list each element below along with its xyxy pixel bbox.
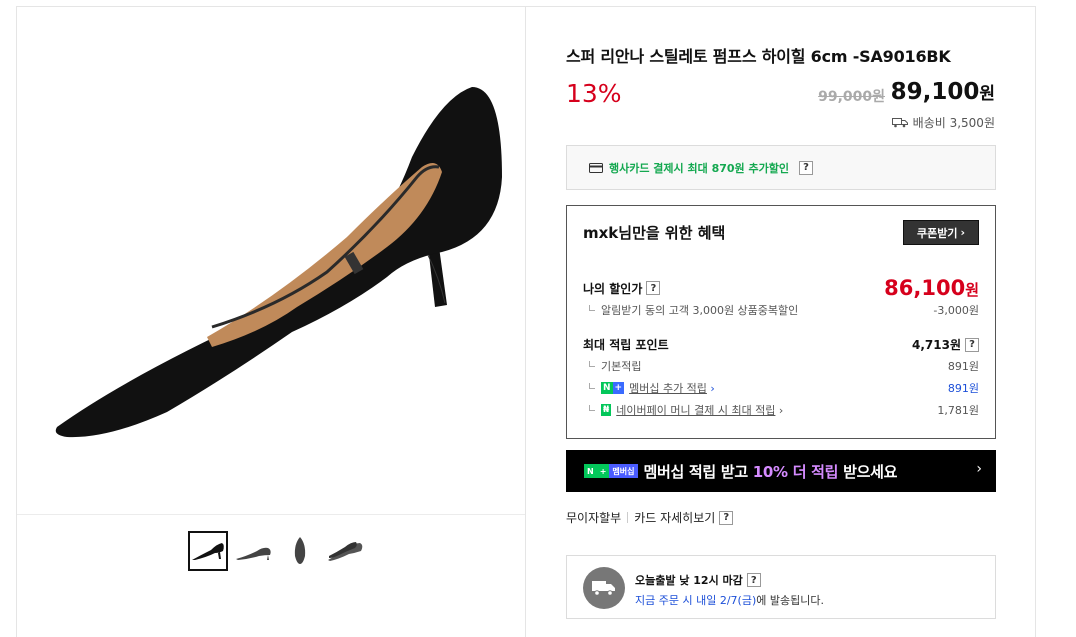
basic-points-row: 기본적립 891원 bbox=[583, 358, 979, 374]
card-detail-link[interactable]: 카드 자세히보기 bbox=[634, 509, 715, 526]
membership-points-link[interactable]: 멤버십 추가 적립 bbox=[629, 380, 707, 396]
thumbnail-4[interactable] bbox=[326, 531, 366, 571]
naverpay-points-value: 1,781원 bbox=[937, 404, 979, 417]
chevron-right-icon: › bbox=[775, 403, 784, 417]
basic-points-label: 기본적립 bbox=[601, 360, 642, 373]
alarm-discount-label: 알림받기 동의 고객 3,000원 상품중복할인 bbox=[601, 304, 799, 317]
membership-tag-icon: N + 멤버십 bbox=[584, 464, 638, 478]
tree-corner bbox=[589, 405, 595, 411]
delivery-title: 오늘출발 낮 12시 마감? bbox=[635, 572, 761, 588]
card-promo-box: 행사카드 결제시 최대 870원 추가할인 ? bbox=[566, 145, 996, 190]
delivery-truck-icon bbox=[891, 117, 908, 127]
max-points-row: 최대 적립 포인트 4,713원? bbox=[583, 336, 979, 353]
alarm-discount-row: 알림받기 동의 고객 3,000원 상품중복할인 -3,000원 bbox=[583, 302, 979, 318]
basic-points-value: 891원 bbox=[947, 360, 979, 373]
thumbnail-list bbox=[188, 531, 366, 571]
delivery-desc: 지금 주문 시 내일 2/7(금)에 발송됩니다. bbox=[635, 594, 824, 607]
shoe-image bbox=[55, 87, 502, 438]
chevron-right-icon: › bbox=[706, 381, 715, 395]
product-gallery bbox=[16, 6, 526, 637]
delivery-box: 오늘출발 낮 12시 마감? 지금 주문 시 내일 2/7(금)에 발송됩니다. bbox=[566, 555, 996, 619]
my-price-help-icon[interactable]: ? bbox=[646, 281, 661, 295]
max-points-label: 최대 적립 포인트 bbox=[583, 338, 669, 352]
sale-price: 89,100원 bbox=[891, 79, 995, 105]
installment-help-icon[interactable]: ? bbox=[719, 510, 734, 525]
original-price: 99,000원 bbox=[818, 89, 885, 105]
product-main-image[interactable] bbox=[17, 7, 525, 515]
coupon-button[interactable]: 쿠폰받기 › bbox=[903, 220, 979, 245]
product-detail-panel: 스퍼 리안나 스틸레토 펌프스 하이힐 6cm -SA9016BK 13% 99… bbox=[526, 6, 1036, 637]
tree-corner bbox=[589, 361, 595, 367]
naverpay-points-row: ₦ 네이버페이 머니 결제 시 최대 적립 › 1,781원 bbox=[583, 402, 979, 418]
tree-corner bbox=[589, 383, 595, 389]
shoe-thumb-icon bbox=[236, 547, 271, 560]
membership-points-value: 891원 bbox=[947, 382, 979, 395]
delivery-help-icon[interactable]: ? bbox=[746, 573, 761, 587]
tree-corner bbox=[589, 305, 595, 311]
my-price-unit: 원 bbox=[965, 281, 979, 299]
membership-banner[interactable]: N + 멤버십 멤버십 적립 받고 10% 더 적립 받으세요 › bbox=[566, 450, 996, 492]
benefit-title: mxk님만을 위한 혜택 bbox=[583, 224, 726, 242]
naverpay-badge-icon: ₦ bbox=[601, 404, 612, 416]
credit-card-icon bbox=[589, 162, 603, 173]
card-promo-help-icon[interactable]: ? bbox=[798, 160, 813, 175]
max-points-help-icon[interactable]: ? bbox=[965, 337, 979, 352]
thumbnail-2[interactable] bbox=[234, 531, 274, 571]
discount-rate: 13% bbox=[566, 79, 622, 108]
card-promo-text[interactable]: 행사카드 결제시 최대 870원 추가할인 bbox=[609, 160, 789, 176]
naver-plus-badge-icon: N + bbox=[601, 382, 625, 394]
shoe-thumb-icon bbox=[192, 543, 224, 560]
alarm-discount-value: -3,000원 bbox=[933, 304, 979, 317]
shipping-info: 배송비 3,500원 bbox=[891, 114, 995, 131]
chevron-right-icon: › bbox=[976, 461, 982, 477]
sale-price-value: 89,100 bbox=[890, 79, 980, 105]
member-benefit-box: mxk님만을 위한 혜택 쿠폰받기 › 나의 할인가? 86,100원 알림받기 … bbox=[566, 205, 996, 439]
naverpay-points-link[interactable]: 네이버페이 머니 결제 시 최대 적립 bbox=[616, 402, 775, 418]
membership-banner-text: 멤버십 적립 받고 10% 더 적립 받으세요 bbox=[643, 462, 898, 481]
my-price-row: 나의 할인가? 86,100원 bbox=[583, 276, 979, 300]
chevron-right-icon: › bbox=[960, 226, 966, 239]
divider bbox=[627, 512, 629, 523]
thumbnail-3[interactable] bbox=[280, 531, 320, 571]
max-points-value: 4,713원 bbox=[912, 338, 961, 352]
shoe-thumb-icon bbox=[294, 537, 306, 564]
truck-icon bbox=[583, 567, 625, 609]
my-price: 86,100원 bbox=[884, 276, 979, 300]
my-price-value: 86,100 bbox=[884, 276, 966, 300]
sale-price-unit: 원 bbox=[979, 84, 995, 104]
installment-info: 무이자할부 카드 자세히보기 ? bbox=[566, 509, 734, 526]
shoe-thumb-icon bbox=[328, 542, 363, 561]
installment-label: 무이자할부 bbox=[566, 511, 622, 525]
product-title: 스퍼 리안나 스틸레토 펌프스 하이힐 6cm -SA9016BK bbox=[566, 47, 951, 66]
shipping-fee: 배송비 3,500원 bbox=[912, 116, 995, 130]
my-price-label: 나의 할인가 bbox=[583, 281, 643, 296]
membership-points-row: N + 멤버십 추가 적립 › 891원 bbox=[583, 380, 979, 396]
coupon-button-label: 쿠폰받기 bbox=[916, 226, 958, 240]
thumbnail-1[interactable] bbox=[188, 531, 228, 571]
